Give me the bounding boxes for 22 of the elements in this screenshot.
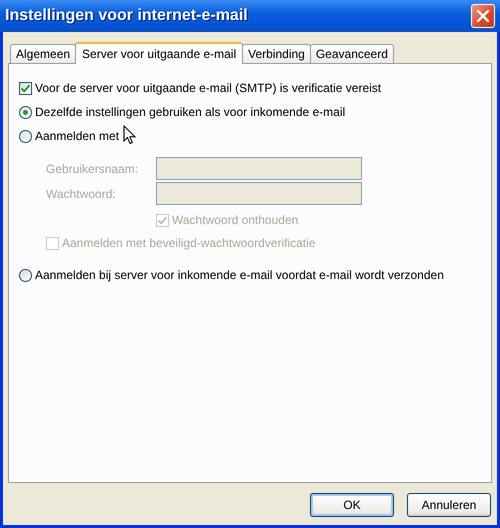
field-label: Wachtwoord:	[46, 186, 117, 200]
radio-label: Aanmelden met	[35, 129, 120, 143]
tab[interactable]: Verbinding	[242, 44, 311, 63]
checkbox[interactable]	[19, 82, 32, 94]
checkbox-label: Wachtwoord onthouden	[172, 213, 298, 227]
radio-button[interactable]	[19, 268, 32, 282]
checkbox-label: Aanmelden met beveiligd-wachtwoordverificatie	[62, 236, 316, 250]
window-title: Instellingen voor internet-e-mail	[5, 7, 248, 25]
dialog-button[interactable]: OK	[310, 493, 394, 517]
dialog-button[interactable]: Annuleren	[407, 493, 491, 517]
radio-button[interactable]	[19, 130, 32, 142]
radio-label: Dezelfde instellingen gebruiken als voor inkomende e-mail	[35, 105, 346, 119]
close-button[interactable]	[471, 4, 495, 28]
checkbox-label: Voor de server voor uitgaande e-mail (SMTP) is verificatie vereist	[35, 81, 382, 95]
field-label: Gebruikersnaam:	[46, 162, 140, 176]
radio-button[interactable]	[19, 106, 32, 118]
cursor-icon	[123, 125, 136, 145]
tab[interactable]: Server voor uitgaande e-mail	[75, 42, 244, 64]
radio-label: Aanmelden bij server voor inkomende e-mail voordat e-mail wordt verzonden	[35, 268, 444, 282]
tab[interactable]: Geavanceerd	[310, 44, 394, 63]
tab[interactable]: Algemeen	[10, 44, 76, 63]
close-icon	[477, 10, 489, 22]
